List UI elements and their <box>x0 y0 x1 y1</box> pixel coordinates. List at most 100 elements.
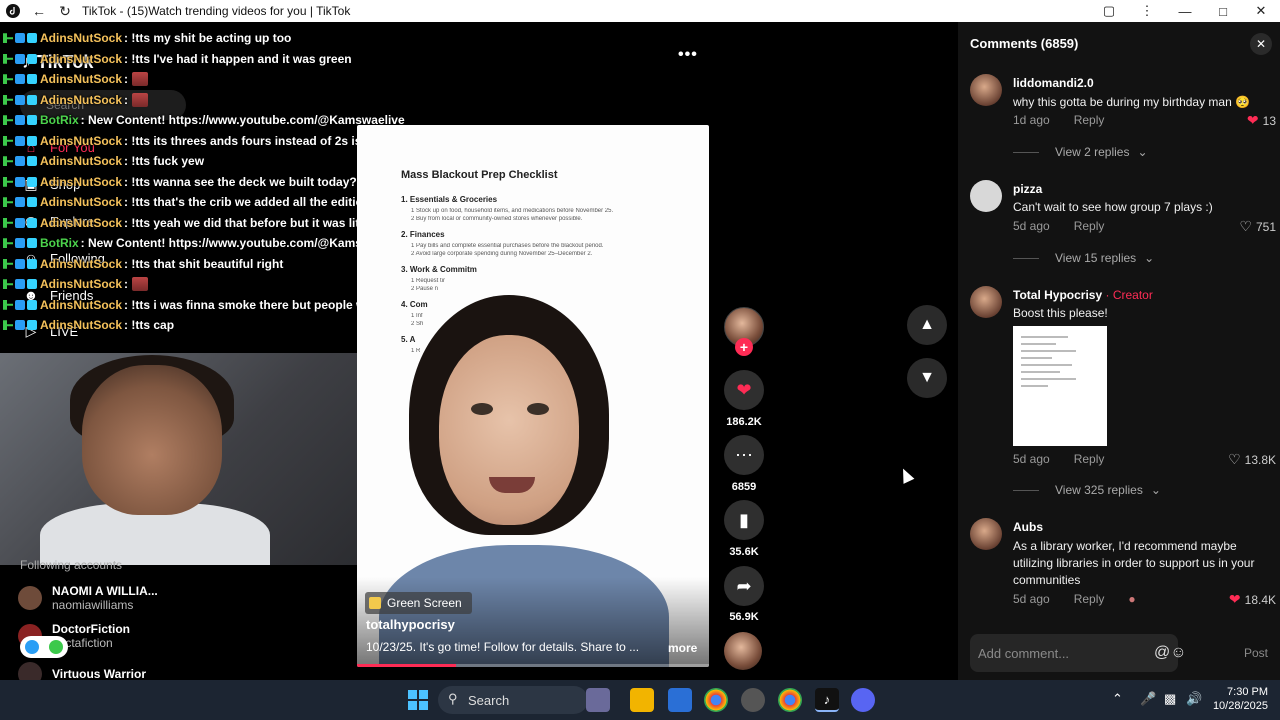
widget-power-icon <box>49 640 63 654</box>
view-replies-button[interactable]: View 325 replies ⌄ <box>1013 483 1161 497</box>
reply-button[interactable]: Reply <box>1074 592 1105 606</box>
video-author[interactable]: totalhypocrisy <box>366 617 455 632</box>
video-player[interactable]: Mass Blackout Prep Checklist 1. Essentia… <box>357 125 709 667</box>
comment-item: Total Hypocrisy · Creator Boost this ple… <box>970 286 1276 506</box>
avatar[interactable] <box>970 286 1002 318</box>
badge-icon <box>15 53 25 64</box>
taskbar-search[interactable]: ⚲ Search <box>438 686 588 714</box>
windows-start-icon[interactable] <box>406 688 430 712</box>
chat-message: AdinsNutSock: !tts I've had it happen an… <box>0 49 420 70</box>
comment-username[interactable]: Total Hypocrisy · Creator <box>1013 288 1153 302</box>
chat-username: BotRix <box>40 113 79 128</box>
tiktok-taskbar-icon[interactable]: ♪ <box>815 688 839 712</box>
chrome-profile-icon[interactable] <box>778 688 802 712</box>
video-progress-bar[interactable] <box>357 664 709 667</box>
extensions-icon[interactable]: ▢ <box>1090 0 1128 22</box>
comment-age: 5d ago <box>1013 452 1050 466</box>
reply-button[interactable]: Reply <box>1074 113 1105 127</box>
comment-username[interactable]: Aubs <box>1013 520 1043 534</box>
mention-icon[interactable]: @ <box>1154 642 1170 664</box>
save-button[interactable]: ▮ <box>724 500 764 540</box>
chat-username: AdinsNutSock <box>40 133 123 148</box>
streamer-webcam <box>0 353 376 565</box>
badge-icon <box>27 320 37 331</box>
obs-icon[interactable] <box>741 688 765 712</box>
network-icon[interactable]: ▩ <box>1164 691 1176 707</box>
comment-image-attachment[interactable] <box>1013 326 1107 446</box>
chat-badges <box>3 279 37 290</box>
badge-icon <box>3 53 13 64</box>
file-explorer-icon[interactable] <box>630 688 654 712</box>
divider <box>1013 489 1039 491</box>
comment-input-box[interactable]: @ ☺ <box>970 634 1187 672</box>
comment-like-button[interactable]: ♡ 13.8K <box>1228 451 1276 468</box>
reply-button[interactable]: Reply <box>1074 452 1105 466</box>
close-button[interactable]: ✕ <box>1242 0 1280 22</box>
presenter-face <box>439 335 579 525</box>
tray-overflow-icon[interactable]: ⌃ <box>1112 691 1123 707</box>
avatar[interactable] <box>970 74 1002 106</box>
video-options-icon[interactable]: ••• <box>678 46 698 64</box>
comment-like-button[interactable]: ♡ 751 <box>1239 218 1276 235</box>
sound-avatar[interactable] <box>724 632 762 670</box>
chat-username: AdinsNutSock <box>40 72 123 87</box>
view-replies-button[interactable]: View 2 replies ⌄ <box>1013 145 1148 159</box>
discord-icon[interactable] <box>851 688 875 712</box>
chrome-icon[interactable] <box>704 688 728 712</box>
emoji-icon[interactable]: ☺ <box>1170 642 1186 664</box>
badge-icon <box>15 197 25 208</box>
store-icon[interactable] <box>668 688 692 712</box>
avatar[interactable] <box>970 180 1002 212</box>
maximize-button[interactable]: □ <box>1204 0 1242 22</box>
image-line <box>1021 350 1076 352</box>
system-clock[interactable]: 7:30 PM 10/28/2025 <box>1210 685 1268 713</box>
reply-button[interactable]: Reply <box>1074 219 1105 233</box>
comment-like-button[interactable]: ❤ 18.4K <box>1229 591 1276 608</box>
more-menu-icon[interactable]: ⋮ <box>1128 0 1166 22</box>
comment-username[interactable]: pizza <box>1013 182 1042 196</box>
chat-badges <box>3 238 37 249</box>
view-replies-button[interactable]: View 15 replies ⌄ <box>1013 251 1154 265</box>
floating-widget[interactable] <box>20 636 68 658</box>
document-line: 2 Pause n <box>411 286 439 292</box>
share-icon: ➦ <box>736 575 752 596</box>
chevron-down-icon: ⌄ <box>1150 483 1161 497</box>
following-account[interactable]: Virtuous Warrior <box>18 662 146 680</box>
microphone-icon[interactable]: 🎤 <box>1140 691 1156 707</box>
badge-icon <box>3 33 13 44</box>
clock-date: 10/28/2025 <box>1212 700 1268 712</box>
volume-icon[interactable]: 🔊 <box>1186 691 1202 707</box>
account-name: DoctorFiction <box>52 622 130 636</box>
follow-plus-icon[interactable]: + <box>735 338 753 356</box>
like-button[interactable]: ❤ <box>724 370 764 410</box>
comment-button[interactable]: ⋯ <box>724 435 764 475</box>
widget-app-icon[interactable] <box>586 688 610 712</box>
share-button[interactable]: ➦ <box>724 566 764 606</box>
following-account[interactable]: NAOMI A WILLIA... naomiawilliams <box>18 584 158 612</box>
chat-badges <box>3 217 37 228</box>
post-button[interactable]: Post <box>1244 646 1268 660</box>
back-icon[interactable]: ← <box>26 0 52 22</box>
comment-input[interactable] <box>978 645 1154 661</box>
search-icon: ⚲ <box>448 691 458 706</box>
comment-like-button[interactable]: ❤ 13 <box>1247 112 1276 129</box>
badge-icon <box>15 176 25 187</box>
effect-tag[interactable]: Green Screen <box>365 592 472 614</box>
previous-video-button[interactable]: ▲ <box>907 305 947 345</box>
minimize-button[interactable]: — <box>1166 0 1204 22</box>
close-comments-button[interactable]: ✕ <box>1250 33 1272 55</box>
badge-icon <box>27 197 37 208</box>
avatar <box>18 586 42 610</box>
widget-blue-icon <box>25 640 39 654</box>
comment-username[interactable]: liddomandi2.0 <box>1013 76 1094 90</box>
avatar[interactable] <box>970 518 1002 550</box>
image-line <box>1021 378 1076 380</box>
badge-icon <box>3 176 13 187</box>
more-link[interactable]: more <box>668 641 697 655</box>
share-count: 56.9K <box>729 611 759 623</box>
clock-time: 7:30 PM <box>1227 686 1268 698</box>
comment-item: Aubs As a library worker, I'd recommend … <box>970 518 1276 618</box>
mouse-cursor-icon <box>897 466 915 484</box>
next-video-button[interactable]: ▼ <box>907 358 947 398</box>
refresh-icon[interactable]: ↻ <box>52 0 78 22</box>
